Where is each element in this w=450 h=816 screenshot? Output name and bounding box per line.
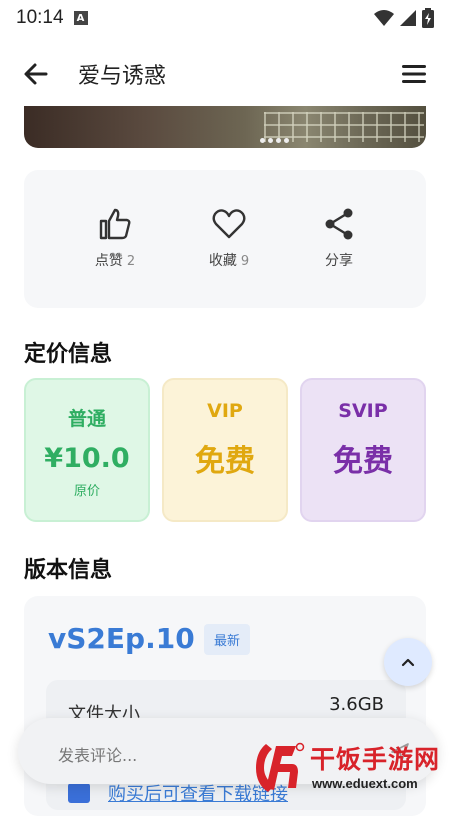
app-bar: 爱与诱惑 (0, 44, 450, 104)
heart-icon (212, 209, 246, 239)
price-tier: 普通 (67, 408, 106, 430)
price-value: ¥10.0 (44, 443, 130, 474)
price-card-normal: 普通 ¥10.0 原价 (24, 378, 150, 522)
status-time: 10:14 (16, 7, 64, 28)
calendar-icon (68, 783, 90, 803)
favorite-count: 9 (240, 254, 250, 269)
share-button[interactable]: 分享 (294, 206, 384, 270)
status-right (374, 8, 434, 28)
price-note: 原价 (73, 484, 100, 499)
wifi-icon (374, 10, 394, 26)
like-label: 点赞 (94, 253, 123, 269)
pricing-title: 定价信息 (24, 342, 113, 367)
price-value: 免费 (333, 444, 393, 479)
notification-icon: A (73, 11, 88, 25)
price-tier: SVIP (338, 400, 388, 422)
battery-icon (422, 8, 434, 28)
share-icon (325, 208, 353, 240)
share-label: 分享 (325, 253, 353, 269)
version-name: vS2Ep.10 (48, 622, 195, 655)
favorite-button[interactable]: 收藏 9 (184, 206, 274, 270)
cover-image (24, 106, 426, 148)
hamburger-menu-icon[interactable] (400, 62, 428, 86)
scroll-top-button[interactable] (384, 638, 432, 686)
price-value: 免费 (195, 444, 255, 479)
comment-input[interactable]: 发表评论... (58, 742, 137, 766)
like-button[interactable]: 点赞 2 (70, 206, 160, 270)
chevron-up-icon (401, 658, 415, 667)
like-count: 2 (126, 254, 136, 269)
status-bar: 10:14 A (0, 0, 450, 36)
page-title: 爱与诱惑 (78, 64, 167, 89)
action-panel: 点赞 2 收藏 9 分享 (24, 170, 426, 308)
carousel-indicator[interactable] (260, 138, 289, 143)
watermark-url: www.eduext.com (312, 776, 418, 791)
thumbs-up-icon (99, 208, 131, 240)
version-title: 版本信息 (24, 558, 113, 583)
signal-icon (400, 10, 416, 26)
price-tier: VIP (207, 400, 243, 422)
latest-badge: 最新 (204, 624, 251, 655)
watermark-name: 干饭手游网 (310, 745, 441, 774)
price-card-svip: SVIP 免费 (300, 378, 426, 522)
price-card-vip: VIP 免费 (162, 378, 288, 522)
watermark-logo (256, 742, 305, 792)
favorite-label: 收藏 (208, 253, 237, 269)
arrow-left-icon[interactable] (22, 60, 50, 88)
file-size-value: 3.6GB (329, 694, 384, 715)
site-watermark: 干饭手游网 www.eduext.com (252, 738, 444, 798)
